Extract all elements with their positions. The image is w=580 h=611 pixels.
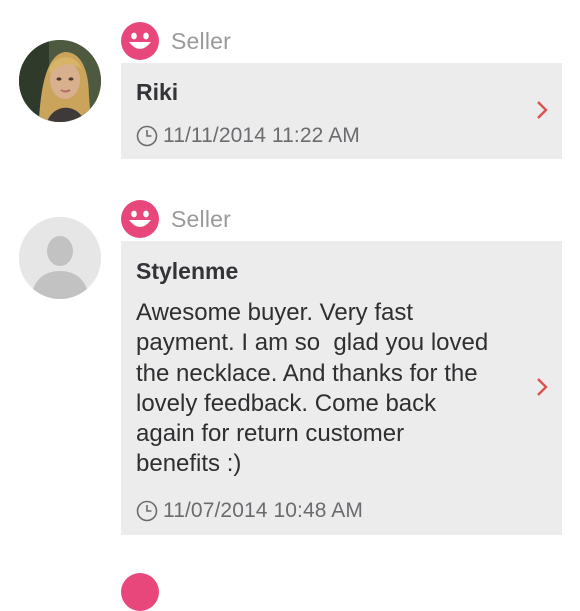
default-avatar-icon <box>19 217 101 299</box>
timestamp-row: 11/07/2014 10:48 AM <box>136 499 363 523</box>
reviewer-name: Stylenme <box>136 258 239 284</box>
smile-face-icon <box>121 573 159 611</box>
chevron-right-icon[interactable] <box>535 377 549 397</box>
timestamp: 11/07/2014 10:48 AM <box>163 499 364 522</box>
review-entry: Seller Stylenme Awesome buyer. Very fast… <box>0 0 580 580</box>
role-label: Seller <box>171 205 232 232</box>
clock-icon <box>136 500 158 522</box>
role-row: Seller <box>121 200 231 238</box>
review-card[interactable]: Stylenme Awesome buyer. Very fast paymen… <box>121 241 562 535</box>
smile-face-icon <box>121 200 159 238</box>
avatar <box>19 217 101 299</box>
review-comment: Awesome buyer. Very fast payment. I am s… <box>136 299 489 478</box>
